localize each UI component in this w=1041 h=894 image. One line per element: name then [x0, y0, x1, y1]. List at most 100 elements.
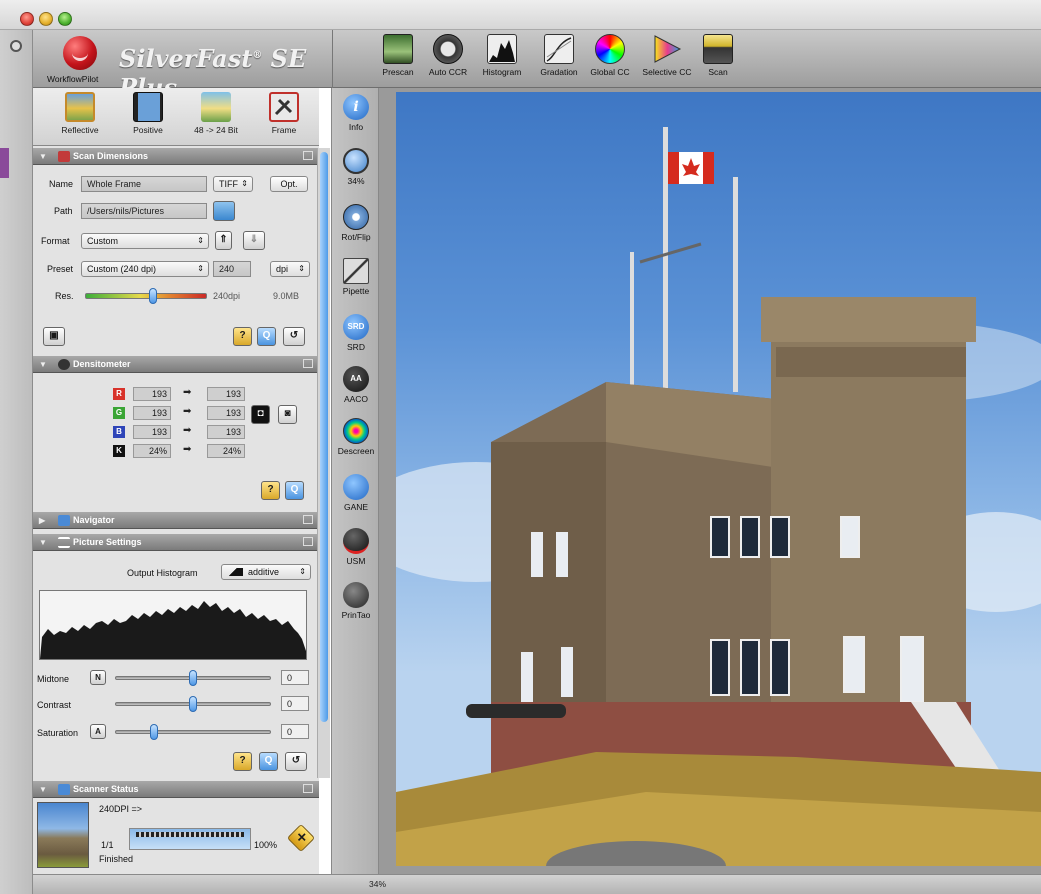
histogram-mini-icon [227, 568, 243, 576]
reset-icon[interactable]: ↺ [283, 327, 305, 346]
help-icon[interactable]: ? [261, 481, 280, 500]
preset-select[interactable]: Custom (240 dpi) ⇕ [81, 261, 209, 277]
value-before: 24% [133, 444, 171, 458]
positive-mode[interactable]: Positive [115, 92, 181, 135]
settings-icon[interactable] [10, 40, 22, 52]
srd-label: SRD [347, 342, 365, 352]
saturation-badge[interactable]: A [90, 724, 106, 739]
resolution-slider[interactable] [85, 293, 207, 299]
section-options-icon[interactable] [303, 537, 313, 546]
collapse-triangle-icon[interactable]: ▼ [39, 148, 47, 165]
info-tool[interactable]: i Info [332, 94, 380, 132]
rotflip-tool[interactable]: Rot/Flip [332, 204, 380, 242]
res-value: 240dpi [213, 291, 241, 301]
zoom-window-button[interactable] [58, 12, 72, 26]
navigator-header[interactable]: ▶ Navigator [33, 512, 319, 529]
prescan-preview-image[interactable] [396, 92, 1041, 866]
panel-scroll-thumb[interactable] [320, 152, 328, 722]
section-options-icon[interactable] [303, 515, 313, 524]
zoom-help-icon[interactable]: Q [257, 327, 276, 346]
status-zoom: 34% [369, 879, 387, 889]
saturation-slider[interactable] [115, 730, 271, 734]
scan-progress-fill [130, 829, 250, 849]
srd-tool[interactable]: SRD SRD [332, 314, 380, 352]
bitdepth-mode[interactable]: 48 -> 24 Bit [183, 92, 249, 135]
path-field[interactable]: /Users/nils/Pictures [81, 203, 207, 219]
panel-scrollbar[interactable] [317, 148, 330, 778]
zoom-tool[interactable]: 34% [332, 148, 380, 186]
dpi-field[interactable]: 240 [213, 261, 251, 277]
navigator-icon [58, 515, 70, 526]
contrast-slider-thumb[interactable] [189, 696, 197, 712]
close-window-button[interactable] [20, 12, 34, 26]
info-icon: i [343, 94, 369, 120]
section-options-icon[interactable] [303, 784, 313, 793]
descreen-label: Descreen [337, 446, 375, 456]
auto-ccr-button[interactable]: Auto CCR [424, 34, 472, 77]
name-field[interactable]: Whole Frame [81, 176, 207, 192]
scan-resolution: 240DPI => [99, 804, 143, 814]
printao-icon [343, 582, 369, 608]
midtone-label: Midtone [37, 674, 70, 684]
histogram-mode-select[interactable]: additive ⇕ [221, 564, 311, 580]
prescan-button[interactable]: Prescan [381, 34, 415, 77]
section-options-icon[interactable] [303, 359, 313, 368]
contrast-value[interactable]: 0 [281, 696, 309, 711]
info-label: Info [348, 122, 364, 132]
updown-arrow-icon: ⇕ [299, 567, 306, 576]
section-options-icon[interactable] [303, 151, 313, 160]
global-cc-button[interactable]: Global CC [586, 34, 634, 77]
workflowpilot-icon[interactable] [63, 36, 97, 70]
save-icon[interactable]: ▣ [43, 327, 65, 346]
scanner-status-title: Scanner Status [73, 784, 139, 794]
histogram-button[interactable]: Histogram [477, 34, 527, 77]
saturation-slider-thumb[interactable] [150, 724, 158, 740]
upload-preset-icon[interactable]: ⇑ [215, 231, 232, 250]
scan-dimensions-header[interactable]: ▼ Scan Dimensions [33, 148, 319, 165]
gradation-button[interactable]: Gradation [533, 34, 585, 77]
gane-tool[interactable]: GANE [332, 474, 380, 512]
format-select[interactable]: Custom ⇕ [81, 233, 209, 249]
collapse-triangle-icon[interactable]: ▼ [39, 534, 47, 551]
selective-cc-button[interactable]: Selective CC [637, 34, 697, 77]
scan-button[interactable]: Scan [700, 34, 736, 77]
reset-icon[interactable]: ↺ [285, 752, 307, 771]
usm-label: USM [346, 556, 366, 566]
reflective-mode[interactable]: Reflective [47, 92, 113, 135]
aaco-tool[interactable]: AA AACO [332, 366, 380, 404]
saturation-label: Saturation [37, 728, 79, 738]
resolution-slider-thumb[interactable] [149, 288, 158, 304]
expand-triangle-icon[interactable]: ▶ [39, 512, 45, 529]
histogram-graph [40, 601, 306, 659]
scanner-status-header[interactable]: ▼ Scanner Status [33, 781, 319, 798]
dpi-unit-select[interactable]: dpi ⇕ [270, 261, 310, 277]
help-icon[interactable]: ? [233, 752, 252, 771]
zoom-help-icon[interactable]: Q [259, 752, 278, 771]
descreen-tool[interactable]: Descreen [332, 418, 380, 456]
saturation-value[interactable]: 0 [281, 724, 309, 739]
picture-settings-header[interactable]: ▼ Picture Settings [33, 534, 319, 551]
file-type-select[interactable]: TIFF ⇕ [213, 176, 253, 192]
download-preset-icon[interactable]: ⇓ [243, 231, 265, 250]
collapse-triangle-icon[interactable]: ▼ [39, 356, 47, 373]
gradation-icon [544, 34, 574, 64]
collapse-triangle-icon[interactable]: ▼ [39, 781, 47, 798]
midtone-slider-thumb[interactable] [189, 670, 197, 686]
usm-tool[interactable]: USM [332, 528, 380, 566]
folder-icon[interactable] [213, 201, 235, 221]
frame-mode[interactable]: Frame [251, 92, 317, 135]
white-point-icon[interactable]: ◙ [278, 405, 297, 424]
midtone-value[interactable]: 0 [281, 670, 309, 685]
pipette-tool[interactable]: Pipette [332, 258, 380, 296]
minimize-window-button[interactable] [39, 12, 53, 26]
densitometer-header[interactable]: ▼ Densitometer [33, 356, 319, 373]
zoom-help-icon[interactable]: Q [285, 481, 304, 500]
cancel-scan-icon[interactable]: ✕ [286, 823, 316, 853]
prescan-label: Prescan [382, 67, 414, 77]
options-button[interactable]: Opt. [270, 176, 308, 192]
midtone-badge[interactable]: N [90, 670, 106, 685]
black-point-icon[interactable]: ◘ [251, 405, 270, 424]
printao-tool[interactable]: PrinTao [332, 582, 380, 620]
preset-label: Preset [47, 264, 74, 274]
help-icon[interactable]: ? [233, 327, 252, 346]
